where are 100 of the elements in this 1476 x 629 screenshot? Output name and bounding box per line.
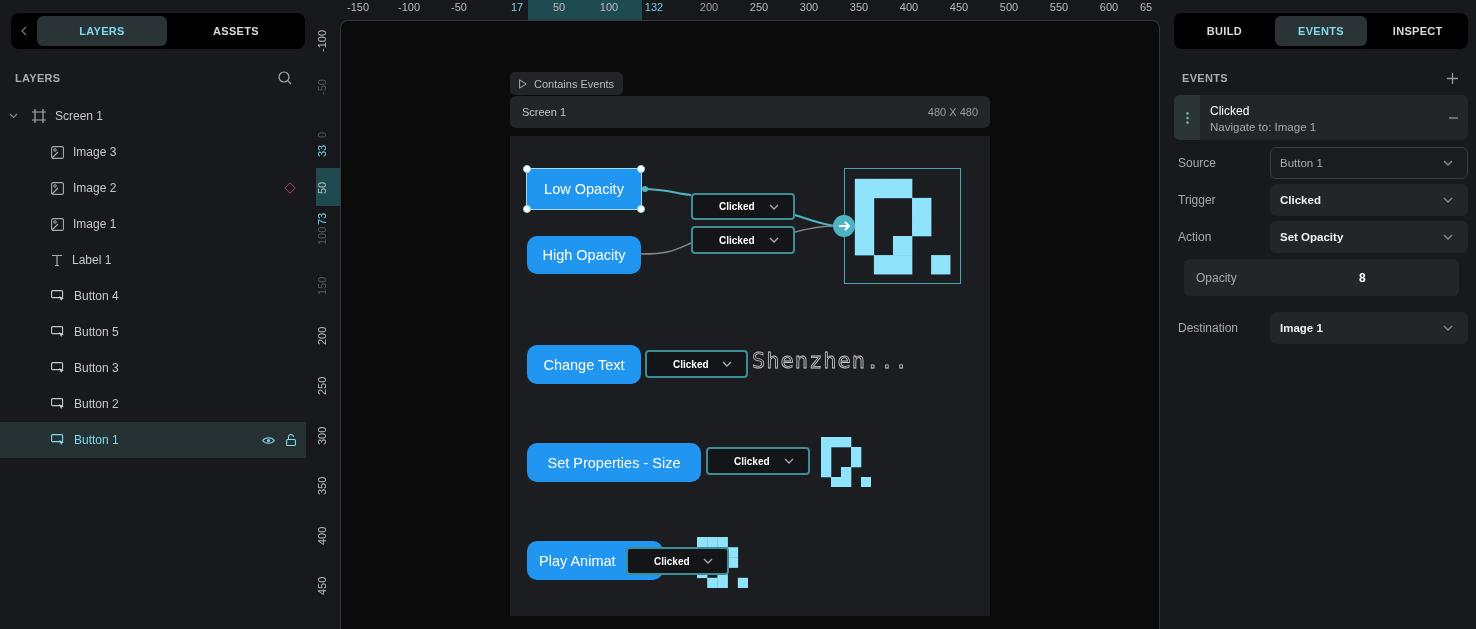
select-field[interactable]: Clicked — [1270, 184, 1468, 216]
frame-icon — [32, 109, 46, 123]
layer-name: Button 4 — [74, 289, 119, 303]
field-label: Source — [1178, 156, 1218, 170]
chevron-down-icon — [1443, 160, 1453, 166]
image-icon — [51, 181, 64, 195]
screen-size: 480 X 480 — [927, 106, 978, 118]
chevron-down-icon — [784, 458, 794, 464]
ruler-label: 350 — [316, 476, 328, 495]
ruler-label: 65 — [1139, 1, 1153, 13]
ruler-label: 450 — [316, 576, 328, 595]
ruler-label: -50 — [451, 1, 467, 13]
select-field[interactable]: Set Opacity — [1270, 221, 1468, 253]
ruler-label: 33 — [316, 144, 328, 157]
field-label: Action — [1178, 230, 1213, 244]
layer-name: Image 3 — [73, 145, 117, 159]
chevron-down-icon — [1443, 197, 1453, 203]
plus-icon[interactable] — [1447, 72, 1458, 84]
layer-row[interactable]: Button 4 — [0, 278, 306, 314]
layer-name: Button 2 — [74, 397, 119, 411]
opacity-input[interactable]: 8 — [1359, 270, 1375, 285]
layer-row[interactable]: Label 1 — [0, 242, 306, 278]
lock-icon[interactable] — [286, 434, 296, 446]
ruler-label: 450 — [949, 1, 969, 13]
ruler-label: 200 — [316, 326, 328, 345]
layer-name: Button 1 — [74, 433, 119, 447]
trigger-dropdown[interactable]: Clicked — [691, 226, 795, 254]
layer-row[interactable]: Image 2 — [0, 170, 306, 206]
eye-icon[interactable] — [262, 435, 275, 445]
resize-handle[interactable] — [637, 165, 645, 173]
ruler-label: 300 — [799, 1, 819, 13]
layer-row[interactable]: Button 1 — [0, 422, 306, 458]
layer-name: Screen 1 — [55, 109, 104, 123]
resize-handle[interactable] — [523, 165, 531, 173]
panel-tab[interactable]: BUILD — [1178, 16, 1271, 46]
screen-title: Screen 1 — [522, 106, 567, 118]
connector-dot[interactable] — [642, 186, 648, 192]
layer-row[interactable]: Button 2 — [0, 386, 306, 422]
resize-handle[interactable] — [637, 205, 645, 213]
ruler-label: 500 — [999, 1, 1019, 13]
chevron-down-icon — [769, 237, 779, 243]
button-icon — [51, 326, 65, 338]
layer-name: Button 5 — [74, 325, 119, 339]
ruler-label: 400 — [899, 1, 919, 13]
ruler-label: -50 — [316, 79, 328, 95]
button-icon — [51, 398, 65, 410]
layer-row[interactable]: Screen 1 — [0, 98, 306, 134]
ruler-label: 50 — [552, 1, 566, 13]
layer-row[interactable]: Button 3 — [0, 350, 306, 386]
panel-tab[interactable]: ASSETS — [171, 16, 301, 46]
event-card[interactable]: Clicked Navigate to: Image 1 — [1174, 95, 1468, 140]
ruler-label: 100 — [316, 226, 328, 245]
panel-tab[interactable]: EVENTS — [1274, 16, 1368, 46]
resize-handle[interactable] — [523, 205, 531, 213]
panel-tab[interactable]: LAYERS — [37, 16, 167, 46]
ruler-label: 400 — [316, 526, 328, 545]
ruler-label: 132 — [644, 1, 664, 13]
chevron-icon[interactable] — [9, 113, 18, 119]
dotted-text-label: Shenzhen... — [752, 348, 909, 373]
minus-icon[interactable] — [1449, 116, 1458, 119]
layer-row[interactable]: Image 3 — [0, 134, 306, 170]
event-subtitle: Navigate to: Image 1 — [1210, 121, 1318, 133]
ruler-label: -100 — [316, 29, 328, 52]
trigger-dropdown[interactable]: Clicked — [691, 193, 795, 220]
ruler-label: -150 — [347, 1, 369, 13]
drag-handle-icon[interactable] — [1185, 111, 1189, 124]
events-badge[interactable]: Contains Events — [510, 72, 624, 95]
button-icon — [51, 434, 65, 446]
button-icon — [51, 362, 65, 374]
play-icon — [519, 78, 527, 89]
ruler-label: 200 — [699, 1, 719, 13]
panel-tab[interactable]: INSPECT — [1371, 16, 1464, 46]
select-field[interactable]: Image 1 — [1270, 312, 1468, 344]
trigger-dropdown[interactable]: Clicked — [706, 447, 810, 475]
layer-name: Label 1 — [72, 253, 112, 267]
ruler-label: 250 — [749, 1, 769, 13]
connector-line — [640, 242, 692, 255]
layer-name: Image 1 — [73, 217, 117, 231]
section-title: LAYERS — [15, 72, 61, 84]
chevron-down-icon — [769, 203, 779, 210]
back-chevron-icon[interactable] — [21, 26, 27, 36]
screen-header[interactable]: Screen 1 480 X 480 — [510, 96, 990, 128]
ruler-label: 600 — [1099, 1, 1119, 13]
trigger-dropdown[interactable]: Clicked — [645, 350, 748, 378]
arrow-right-icon — [833, 215, 855, 237]
ruler-label: 73 — [316, 212, 328, 225]
search-icon[interactable] — [278, 71, 292, 85]
button-icon — [51, 290, 65, 302]
ruler-label: -100 — [398, 1, 420, 13]
ruler-label: 250 — [316, 376, 328, 395]
layer-row[interactable]: Image 1 — [0, 206, 306, 242]
image-icon — [51, 217, 64, 231]
ruler-label: 100 — [599, 1, 619, 13]
badge-label: Contains Events — [534, 77, 615, 90]
field-label: Destination — [1178, 321, 1240, 335]
text-icon — [51, 254, 63, 266]
ruler-label: 550 — [1049, 1, 1069, 13]
trigger-dropdown[interactable]: Clicked — [626, 547, 729, 575]
layer-row[interactable]: Button 5 — [0, 314, 306, 350]
layer-name: Image 2 — [73, 181, 117, 195]
